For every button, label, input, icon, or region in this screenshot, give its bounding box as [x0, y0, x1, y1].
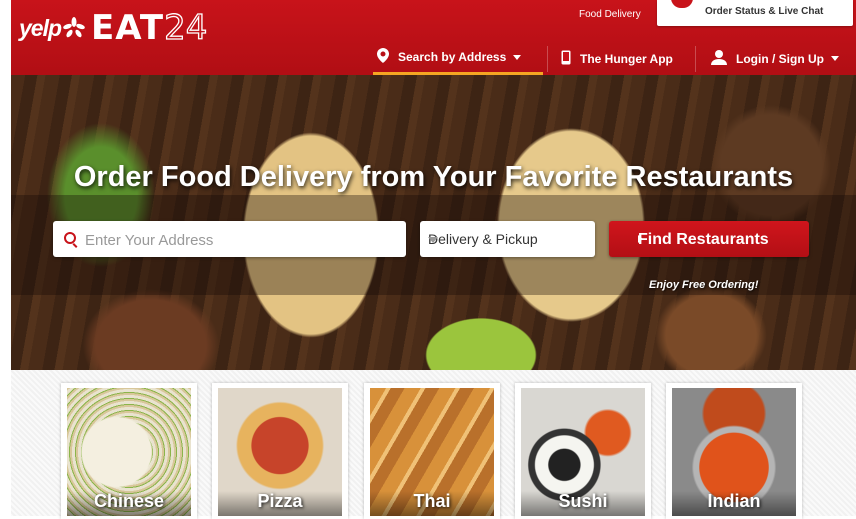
category-label: Pizza	[218, 491, 342, 516]
chevron-right-icon	[638, 235, 643, 243]
food-delivery-label: Food Delivery	[579, 9, 641, 20]
smartphone-icon	[561, 50, 571, 68]
hunger-app-link[interactable]: The Hunger App	[561, 42, 673, 75]
login-signup-menu[interactable]: Login / Sign Up	[711, 42, 839, 75]
category-card-chinese[interactable]: Chinese	[61, 383, 197, 519]
hunger-app-label: The Hunger App	[580, 51, 673, 66]
category-label: Chinese	[67, 491, 191, 516]
hero-banner: Order Food Delivery from Your Favorite R…	[11, 75, 856, 370]
delivery-pickup-select[interactable]: Delivery & Pickup	[420, 221, 595, 257]
nav-divider	[547, 46, 548, 72]
cuisine-categories: Chinese Pizza Thai Sushi Indian	[11, 370, 856, 519]
search-by-address-menu[interactable]: Search by Address	[373, 42, 543, 75]
category-card-indian[interactable]: Indian	[666, 383, 802, 519]
nav-divider	[695, 46, 696, 72]
yelp-burst-icon	[63, 17, 85, 39]
address-input[interactable]	[83, 225, 397, 255]
hero-title: Order Food Delivery from Your Favorite R…	[73, 161, 794, 193]
indian-food-image: Indian	[672, 388, 796, 516]
free-ordering-text: Enjoy Free Ordering!	[649, 279, 759, 291]
search-icon	[64, 232, 76, 244]
logo-yelp-text: yelp	[19, 14, 62, 41]
logo-eat-text: EAT	[91, 8, 165, 48]
order-status-live-chat-button[interactable]: Order Status & Live Chat	[657, 0, 853, 26]
page: yelp EAT 24 Food Delivery Order Status &	[11, 0, 856, 519]
category-card-pizza[interactable]: Pizza	[212, 383, 348, 519]
user-icon	[711, 49, 727, 68]
chevron-down-icon	[513, 54, 522, 60]
chevron-down-icon	[830, 56, 839, 61]
find-restaurants-button[interactable]: Find Restaurants	[609, 221, 809, 257]
thai-food-image: Thai	[370, 388, 494, 516]
order-status-label: Order Status & Live Chat	[705, 6, 824, 17]
map-pin-icon	[377, 48, 389, 66]
yelp-eat24-logo[interactable]: yelp EAT 24	[19, 7, 208, 48]
search-by-address-label: Search by Address	[398, 50, 507, 64]
address-field[interactable]	[53, 221, 406, 257]
category-card-sushi[interactable]: Sushi	[515, 383, 651, 519]
sushi-image: Sushi	[521, 388, 645, 516]
category-label: Thai	[370, 491, 494, 516]
login-signup-label: Login / Sign Up	[736, 51, 824, 66]
category-label: Sushi	[521, 491, 645, 516]
category-card-thai[interactable]: Thai	[364, 383, 500, 519]
pizza-image: Pizza	[218, 388, 342, 516]
delivery-pickup-value: Delivery & Pickup	[428, 231, 538, 247]
header-bar: yelp EAT 24 Food Delivery Order Status &	[11, 0, 856, 75]
dropdown-arrow-icon	[428, 237, 438, 243]
category-label: Indian	[672, 491, 796, 516]
find-restaurants-label: Find Restaurants	[638, 231, 769, 248]
logo-24-text: 24	[163, 7, 208, 48]
chinese-food-image: Chinese	[67, 388, 191, 516]
chat-bubble-icon	[671, 0, 693, 8]
